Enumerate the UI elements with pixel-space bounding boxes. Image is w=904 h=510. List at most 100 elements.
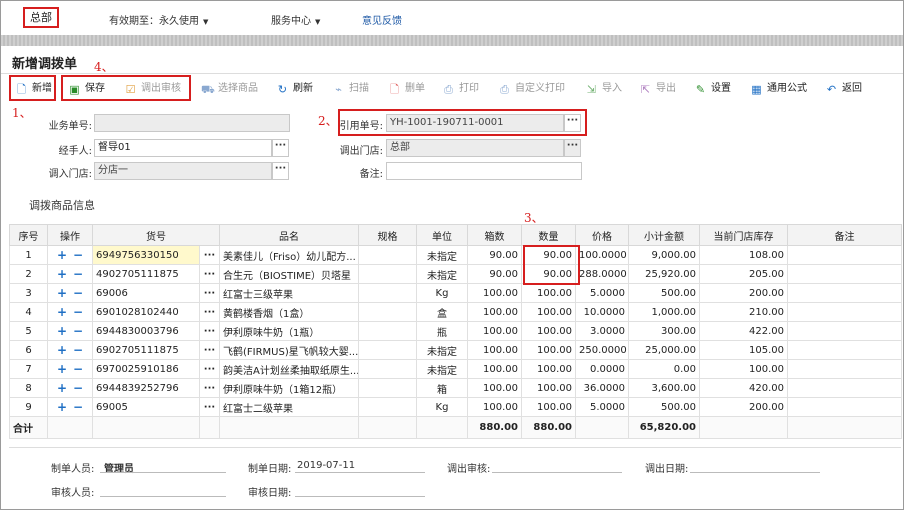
code-picker-button[interactable]: ··· <box>199 340 220 360</box>
row-boxes[interactable]: 100.00 <box>467 359 522 379</box>
scan-button[interactable]: ⌁ 扫描 <box>332 80 369 98</box>
remark-field[interactable] <box>386 162 582 180</box>
row-remark[interactable] <box>787 340 902 360</box>
row-price[interactable]: 5.0000 <box>575 283 629 303</box>
code-picker-button[interactable]: ··· <box>199 245 220 265</box>
org-selector[interactable]: 总部 <box>23 7 59 28</box>
table-row[interactable]: 7 + −6970025910186 ··· 韵美洁A计划丝柔抽取纸原生... 未指定 10… <box>9 359 902 379</box>
remove-row-icon[interactable]: − <box>73 248 83 262</box>
row-boxes[interactable]: 100.00 <box>467 302 522 322</box>
add-row-icon[interactable]: + <box>57 343 67 357</box>
row-code[interactable]: 69006 <box>92 283 200 303</box>
add-row-icon[interactable]: + <box>57 381 67 395</box>
table-row[interactable]: 4 + −6901028102440 ··· 黄鹤楼香烟（1盒）盒 100.00 100.0… <box>9 302 902 322</box>
row-boxes[interactable]: 100.00 <box>467 321 522 341</box>
row-remark[interactable] <box>787 321 902 341</box>
row-code[interactable]: 6949756330150 <box>92 245 200 265</box>
table-row[interactable]: 8 + −6944839252796 ··· 伊利原味牛奶（1箱12瓶）箱 100.00 1… <box>9 378 902 398</box>
row-code[interactable]: 6944830003796 <box>92 321 200 341</box>
row-remark[interactable] <box>787 378 902 398</box>
delete-doc-button[interactable]: 🗋 删单 <box>388 80 425 98</box>
add-row-icon[interactable]: + <box>57 400 67 414</box>
code-picker-button[interactable]: ··· <box>199 359 220 379</box>
row-qty[interactable]: 100.00 <box>521 302 576 322</box>
row-boxes[interactable]: 90.00 <box>467 245 522 265</box>
doc-no-field[interactable] <box>94 114 290 132</box>
row-code[interactable]: 4902705111875 <box>92 264 200 284</box>
row-boxes[interactable]: 100.00 <box>467 340 522 360</box>
remove-row-icon[interactable]: − <box>73 324 83 338</box>
validity-menu[interactable]: 有效期至：永久使用 ▼ <box>109 12 208 27</box>
refresh-button[interactable]: ↻ 刷新 <box>276 80 313 98</box>
row-boxes[interactable]: 100.00 <box>467 397 522 417</box>
add-row-icon[interactable]: + <box>57 362 67 376</box>
add-row-icon[interactable]: + <box>57 248 67 262</box>
row-qty[interactable]: 100.00 <box>521 359 576 379</box>
row-code[interactable]: 6902705111875 <box>92 340 200 360</box>
row-price[interactable]: 288.0000 <box>575 264 629 284</box>
row-price[interactable]: 250.0000 <box>575 340 629 360</box>
out-store-field[interactable]: 总部 <box>386 139 564 157</box>
add-row-icon[interactable]: + <box>57 305 67 319</box>
row-code[interactable]: 69005 <box>92 397 200 417</box>
select-goods-button[interactable]: ⛟ 选择商品 <box>201 80 258 98</box>
code-picker-button[interactable]: ··· <box>199 378 220 398</box>
code-picker-button[interactable]: ··· <box>199 283 220 303</box>
table-row[interactable]: 2 + −4902705111875 ··· 合生元（BIOSTIME）贝塔星 未指定 90… <box>9 264 902 284</box>
row-price[interactable]: 36.0000 <box>575 378 629 398</box>
remove-row-icon[interactable]: − <box>73 305 83 319</box>
remove-row-icon[interactable]: − <box>73 286 83 300</box>
remove-row-icon[interactable]: − <box>73 400 83 414</box>
table-row[interactable]: 3 + −69006 ··· 红富士三级苹果 Kg 100.00 100.00 5.0000 50… <box>9 283 902 303</box>
feedback-link[interactable]: 意见反馈 <box>362 12 402 27</box>
table-row[interactable]: 1 + −6949756330150 ··· 美素佳儿（Friso）幼儿配方... 未指定… <box>9 245 902 265</box>
row-remark[interactable] <box>787 283 902 303</box>
add-row-icon[interactable]: + <box>57 267 67 281</box>
row-code[interactable]: 6944839252796 <box>92 378 200 398</box>
row-code[interactable]: 6901028102440 <box>92 302 200 322</box>
handler-picker-button[interactable]: ··· <box>272 139 289 157</box>
in-store-field[interactable]: 分店一 <box>94 162 272 180</box>
export-button[interactable]: ⇱ 导出 <box>639 80 676 98</box>
row-qty[interactable]: 100.00 <box>521 321 576 341</box>
import-button[interactable]: ⇲ 导入 <box>585 80 622 98</box>
row-price[interactable]: 100.0000 <box>575 245 629 265</box>
out-store-picker-button[interactable]: ··· <box>564 139 581 157</box>
row-remark[interactable] <box>787 245 902 265</box>
handler-field[interactable]: 督导01 <box>94 139 272 157</box>
formula-button[interactable]: ▦ 通用公式 <box>750 80 807 98</box>
row-boxes[interactable]: 100.00 <box>467 378 522 398</box>
remove-row-icon[interactable]: − <box>73 381 83 395</box>
code-picker-button[interactable]: ··· <box>199 264 220 284</box>
settings-button[interactable]: ✎ 设置 <box>694 80 731 98</box>
print-button[interactable]: ⎙ 打印 <box>442 80 479 98</box>
remove-row-icon[interactable]: − <box>73 362 83 376</box>
row-price[interactable]: 5.0000 <box>575 397 629 417</box>
table-row[interactable]: 9 + −69005 ··· 红富士二级苹果 Kg 100.00 100.00 5.0000 50… <box>9 397 902 417</box>
row-boxes[interactable]: 90.00 <box>467 264 522 284</box>
service-center-menu[interactable]: 服务中心 ▼ <box>271 12 320 27</box>
code-picker-button[interactable]: ··· <box>199 397 220 417</box>
row-price[interactable]: 10.0000 <box>575 302 629 322</box>
row-qty[interactable]: 100.00 <box>521 378 576 398</box>
row-code[interactable]: 6970025910186 <box>92 359 200 379</box>
table-row[interactable]: 6 + −6902705111875 ··· 飞鹤(FIRMUS)星飞帆较大婴... 未指… <box>9 340 902 360</box>
remove-row-icon[interactable]: − <box>73 343 83 357</box>
row-price[interactable]: 0.0000 <box>575 359 629 379</box>
row-remark[interactable] <box>787 397 902 417</box>
row-remark[interactable] <box>787 302 902 322</box>
row-remark[interactable] <box>787 359 902 379</box>
row-price[interactable]: 3.0000 <box>575 321 629 341</box>
row-qty[interactable]: 100.00 <box>521 397 576 417</box>
code-picker-button[interactable]: ··· <box>199 321 220 341</box>
in-store-picker-button[interactable]: ··· <box>272 162 289 180</box>
custom-print-button[interactable]: ⎙ 自定义打印 <box>498 80 565 98</box>
add-row-icon[interactable]: + <box>57 324 67 338</box>
row-remark[interactable] <box>787 264 902 284</box>
add-row-icon[interactable]: + <box>57 286 67 300</box>
back-button[interactable]: ↶ 返回 <box>825 80 862 98</box>
row-qty[interactable]: 100.00 <box>521 283 576 303</box>
table-row[interactable]: 5 + −6944830003796 ··· 伊利原味牛奶（1瓶）瓶 100.00 100.… <box>9 321 902 341</box>
remove-row-icon[interactable]: − <box>73 267 83 281</box>
row-qty[interactable]: 100.00 <box>521 340 576 360</box>
